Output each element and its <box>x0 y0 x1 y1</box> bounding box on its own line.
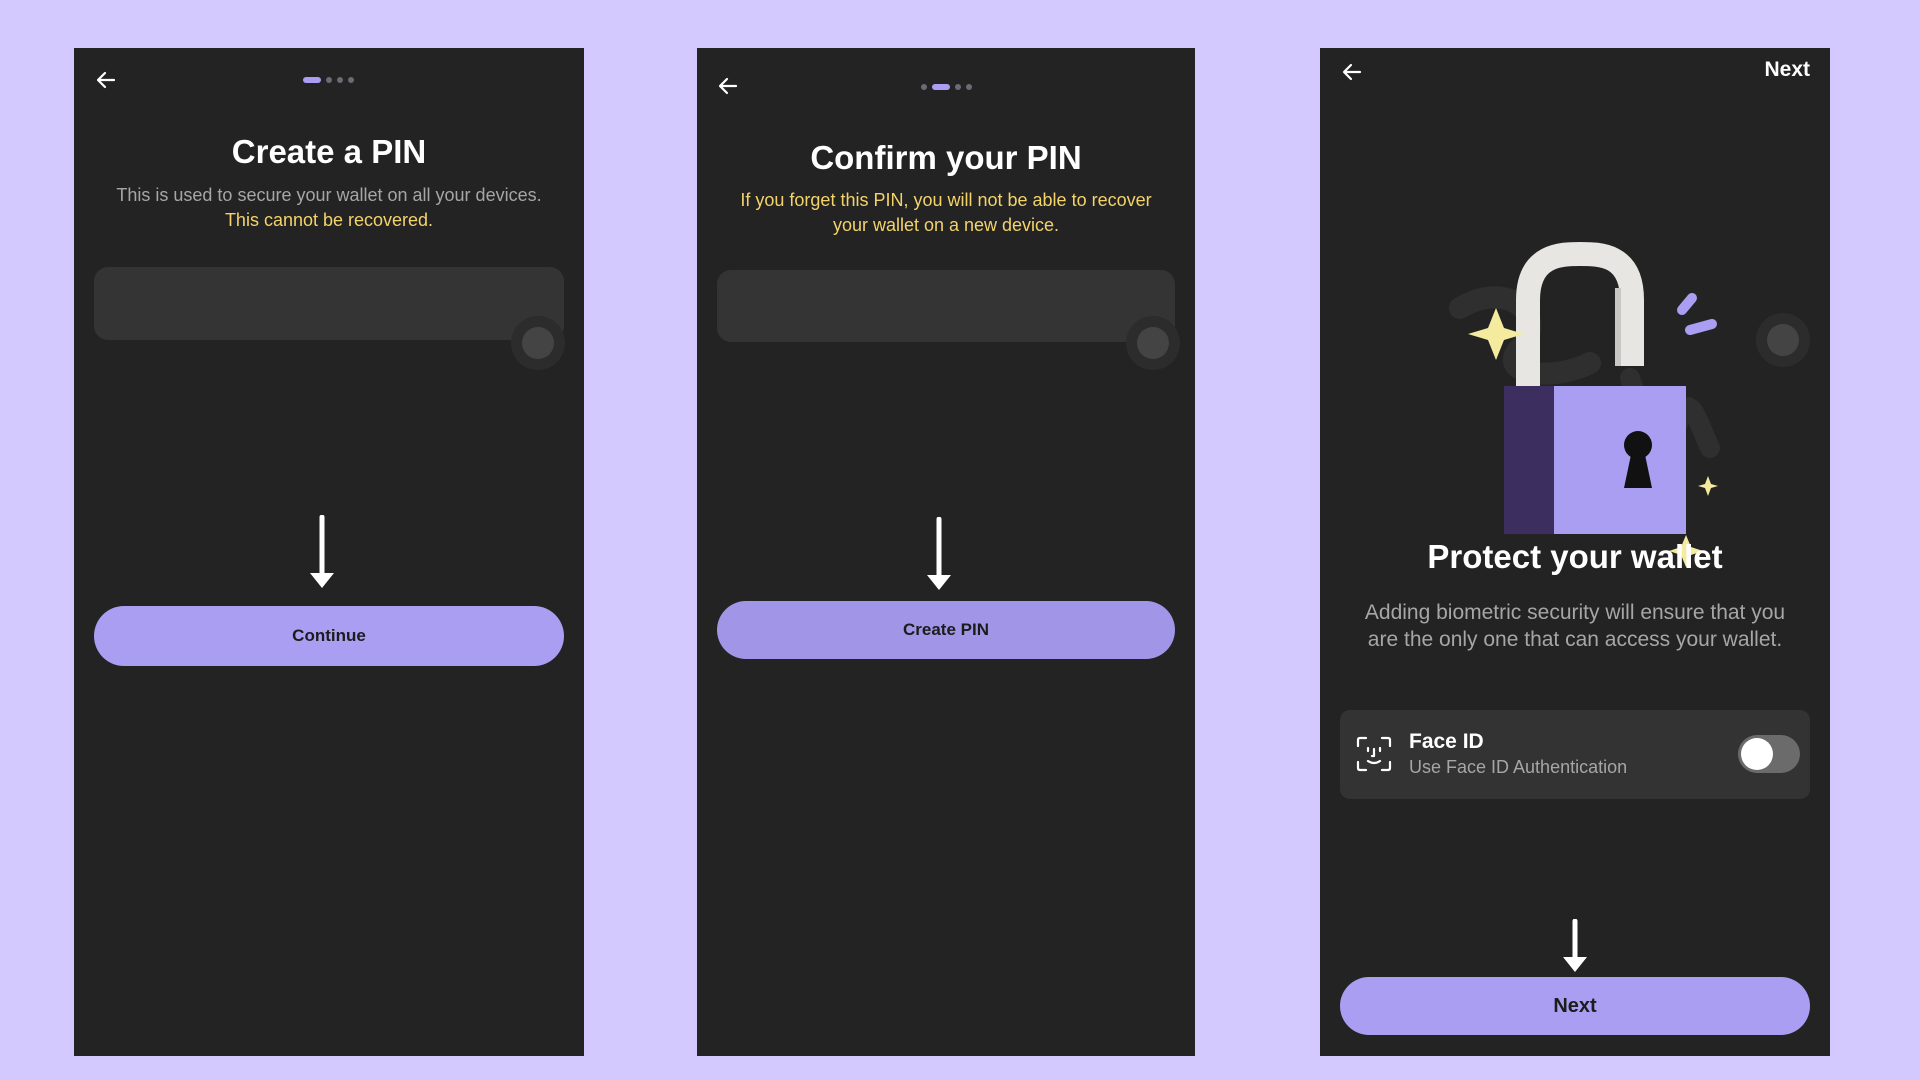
progress-dot-active <box>932 84 950 90</box>
face-id-icon <box>1356 736 1392 772</box>
keyboard-handle[interactable] <box>511 316 565 370</box>
page-subtitle: This is used to secure your wallet on al… <box>94 183 564 233</box>
create-pin-screen: Create a PIN This is used to secure your… <box>74 48 584 1056</box>
face-id-subtitle: Use Face ID Authentication <box>1409 757 1628 777</box>
page-title: Protect your wallet <box>1427 538 1723 575</box>
arrow-left-icon <box>1342 63 1362 81</box>
progress-dot <box>966 84 972 90</box>
progress-dot <box>921 84 927 90</box>
progress-dot-active <box>303 77 321 83</box>
warning-text: If you forget this PIN, you will not be … <box>740 190 1152 235</box>
continue-button[interactable]: Continue <box>94 606 564 666</box>
create-pin-button[interactable]: Create PIN <box>717 601 1175 659</box>
arrow-down-icon <box>1560 919 1590 974</box>
progress-indicator <box>921 84 972 90</box>
progress-dot <box>337 77 343 83</box>
next-button[interactable]: Next <box>1340 977 1810 1035</box>
arrow-left-icon <box>718 77 738 95</box>
progress-dot <box>348 77 354 83</box>
progress-indicator <box>303 77 354 83</box>
progress-dot <box>955 84 961 90</box>
pin-input[interactable] <box>94 267 564 340</box>
back-button[interactable] <box>714 72 742 100</box>
back-button[interactable] <box>92 66 120 94</box>
face-id-option: Face ID Use Face ID Authentication <box>1340 710 1810 799</box>
confirm-pin-screen: Confirm your PIN If you forget this PIN,… <box>697 48 1195 1056</box>
arrow-down-icon <box>924 517 954 592</box>
keyboard-handle[interactable] <box>1126 316 1180 370</box>
arrow-down-icon <box>307 515 337 590</box>
page-title: Create a PIN <box>231 133 427 170</box>
progress-dot <box>326 77 332 83</box>
arrow-left-icon <box>96 71 116 89</box>
back-button[interactable] <box>1338 58 1366 86</box>
next-link[interactable]: Next <box>1764 58 1810 82</box>
toggle-knob <box>1741 738 1773 770</box>
keyboard-handle[interactable] <box>1756 313 1810 367</box>
warning-text: This cannot be recovered. <box>224 210 434 230</box>
subtitle-text: This is used to secure your wallet on al… <box>116 185 542 205</box>
padlock-illustration <box>1400 188 1730 568</box>
page-title: Confirm your PIN <box>810 139 1082 176</box>
protect-wallet-screen: Next Protect your wallet Adding biometri… <box>1320 48 1830 1056</box>
page-description: Adding biometric security will ensure th… <box>1364 601 1786 651</box>
face-id-toggle[interactable] <box>1738 735 1800 773</box>
face-id-title: Face ID <box>1409 730 1484 753</box>
pin-input[interactable] <box>717 270 1175 342</box>
